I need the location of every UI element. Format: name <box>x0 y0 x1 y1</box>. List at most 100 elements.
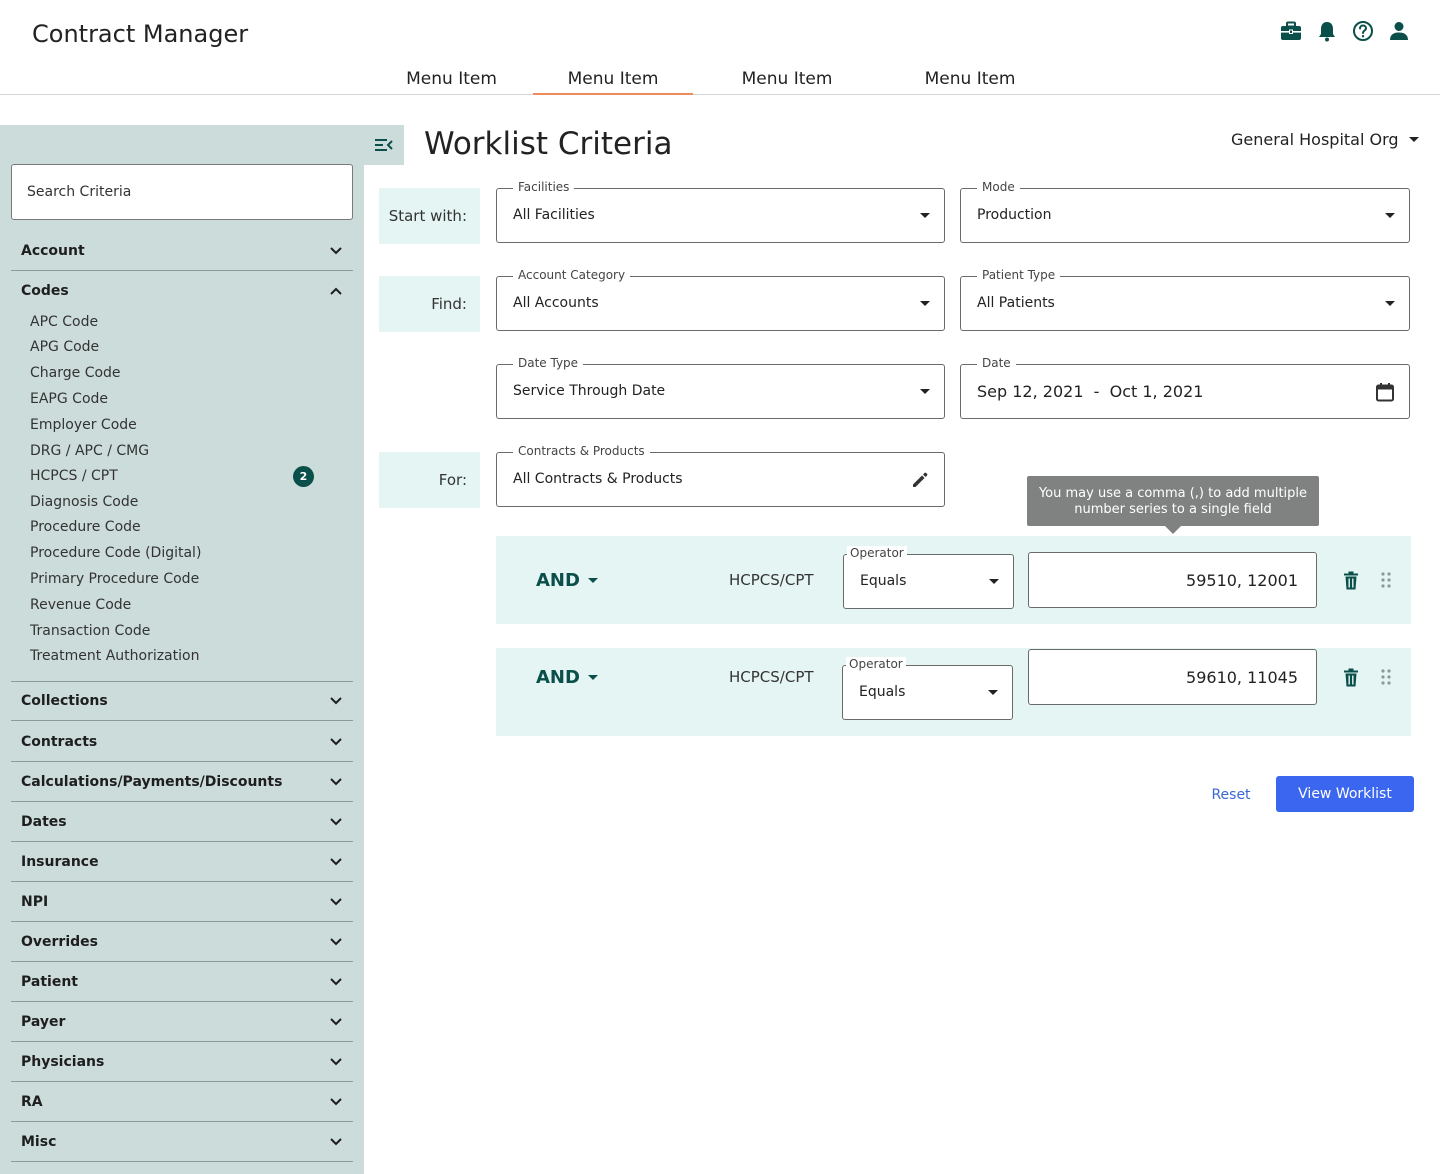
section-npi[interactable]: NPI <box>11 882 353 922</box>
section-label: Physicians <box>21 1053 105 1070</box>
mode-label: Mode <box>977 180 1020 194</box>
facilities-label: Facilities <box>513 180 575 194</box>
conjunction-select[interactable]: AND <box>536 570 598 591</box>
help-icon[interactable] <box>1352 20 1374 42</box>
section-dates[interactable]: Dates <box>11 802 353 842</box>
nav-item-1[interactable]: Menu Item <box>370 64 533 95</box>
briefcase-icon[interactable] <box>1280 20 1302 42</box>
chevron-down-icon <box>329 1095 343 1109</box>
caret-down-icon <box>1385 213 1395 218</box>
code-value-input[interactable] <box>1028 552 1317 608</box>
contracts-label: Contracts & Products <box>513 444 650 458</box>
section-patient[interactable]: Patient <box>11 962 353 1002</box>
rule-code-label: HCPCS/CPT <box>729 571 814 589</box>
code-item-treatment-auth[interactable]: Treatment Authorization <box>30 647 199 665</box>
date-type-label: Date Type <box>513 356 584 370</box>
org-name: General Hospital Org <box>1231 130 1399 149</box>
mode-select[interactable]: Mode Production <box>960 180 1410 243</box>
nav-item-2[interactable]: Menu Item <box>533 64 693 95</box>
patient-type-select[interactable]: Patient Type All Patients <box>960 268 1410 331</box>
calendar-icon[interactable] <box>1374 381 1396 403</box>
section-codes[interactable]: Codes <box>11 271 353 311</box>
hcpcs-count-badge: 2 <box>293 466 314 487</box>
nav-item-3[interactable]: Menu Item <box>693 64 881 95</box>
section-overrides[interactable]: Overrides <box>11 922 353 962</box>
caret-down-icon <box>920 213 930 218</box>
contracts-products-field[interactable]: Contracts & Products All Contracts & Pro… <box>496 444 945 507</box>
code-value-input[interactable] <box>1028 649 1317 705</box>
rule-code-label: HCPCS/CPT <box>729 668 814 686</box>
rule-row-1: AND HCPCS/CPT Operator Equals <box>496 536 1411 624</box>
caret-down-icon <box>1408 137 1419 142</box>
chevron-down-icon <box>329 975 343 989</box>
code-item-diagnosis[interactable]: Diagnosis Code <box>30 493 138 511</box>
reset-button[interactable]: Reset <box>1196 777 1266 812</box>
section-account[interactable]: Account <box>11 231 353 271</box>
section-ra[interactable]: RA <box>11 1082 353 1122</box>
section-label: Overrides <box>21 933 98 950</box>
chevron-down-icon <box>329 935 343 949</box>
caret-down-icon <box>587 578 598 583</box>
chevron-down-icon <box>329 694 343 708</box>
code-item-primary-procedure[interactable]: Primary Procedure Code <box>30 570 199 588</box>
code-item-procedure-digital[interactable]: Procedure Code (Digital) <box>30 544 201 562</box>
trash-icon[interactable] <box>1340 569 1362 591</box>
facilities-select[interactable]: Facilities All Facilities <box>496 180 945 243</box>
section-payer[interactable]: Payer <box>11 1002 353 1042</box>
app-title: Contract Manager <box>32 20 249 48</box>
collapse-sidebar-button[interactable] <box>364 125 404 165</box>
operator-select[interactable]: Operator Equals <box>842 657 1013 720</box>
trash-icon[interactable] <box>1340 666 1362 688</box>
code-item-revenue[interactable]: Revenue Code <box>30 596 131 614</box>
date-type-value: Service Through Date <box>513 383 666 399</box>
chevron-down-icon <box>329 1055 343 1069</box>
code-item-eapg[interactable]: EAPG Code <box>30 390 108 408</box>
search-criteria-input[interactable] <box>11 164 353 220</box>
user-icon[interactable] <box>1388 20 1410 42</box>
drag-handle-icon[interactable] <box>1376 569 1396 591</box>
drag-handle-icon[interactable] <box>1376 666 1396 688</box>
account-category-select[interactable]: Account Category All Accounts <box>496 268 945 331</box>
start-with-label: Start with: <box>379 188 480 244</box>
app-header: Contract Manager Menu Item Menu Item Men… <box>0 0 1440 95</box>
date-type-select[interactable]: Date Type Service Through Date <box>496 356 945 419</box>
section-insurance[interactable]: Insurance <box>11 842 353 882</box>
view-worklist-button[interactable]: View Worklist <box>1276 776 1414 812</box>
bell-icon[interactable] <box>1316 20 1338 42</box>
conjunction-select[interactable]: AND <box>536 667 598 688</box>
for-label: For: <box>379 452 480 508</box>
pencil-icon[interactable] <box>909 469 931 491</box>
section-label: Account <box>21 242 85 259</box>
code-item-apc[interactable]: APC Code <box>30 313 98 331</box>
code-item-charge[interactable]: Charge Code <box>30 364 121 382</box>
caret-down-icon <box>920 389 930 394</box>
code-item-apg[interactable]: APG Code <box>30 338 99 356</box>
org-selector[interactable]: General Hospital Org <box>1231 130 1419 149</box>
chevron-up-icon <box>329 284 343 298</box>
section-collections[interactable]: Collections <box>11 681 353 721</box>
operator-select[interactable]: Operator Equals <box>843 546 1014 609</box>
date-range-field[interactable]: Date Sep 12, 2021 - Oct 1, 2021 <box>960 356 1410 419</box>
section-contracts[interactable]: Contracts <box>11 722 353 762</box>
section-physicians[interactable]: Physicians <box>11 1042 353 1082</box>
patient-type-label: Patient Type <box>977 268 1061 282</box>
facilities-value: All Facilities <box>513 207 595 223</box>
code-item-procedure[interactable]: Procedure Code <box>30 518 141 536</box>
code-item-hcpcs[interactable]: HCPCS / CPT <box>30 467 118 485</box>
section-calculations[interactable]: Calculations/Payments/Discounts <box>11 762 353 802</box>
code-item-transaction[interactable]: Transaction Code <box>30 622 150 640</box>
patient-type-value: All Patients <box>977 295 1055 311</box>
contracts-value: All Contracts & Products <box>513 471 683 487</box>
caret-down-icon <box>587 675 598 680</box>
operator-label: Operator <box>846 657 906 671</box>
chevron-down-icon <box>329 815 343 829</box>
code-item-drg[interactable]: DRG / APC / CMG <box>30 442 149 460</box>
nav-item-4[interactable]: Menu Item <box>881 64 1059 95</box>
account-category-value: All Accounts <box>513 295 599 311</box>
find-label: Find: <box>379 276 480 332</box>
top-nav: Menu Item Menu Item Menu Item Menu Item <box>370 64 1059 95</box>
section-misc[interactable]: Misc <box>11 1122 353 1162</box>
section-label: Dates <box>21 813 67 830</box>
code-item-employer[interactable]: Employer Code <box>30 416 137 434</box>
comma-tooltip: You may use a comma (,) to add multiple … <box>1027 476 1319 534</box>
